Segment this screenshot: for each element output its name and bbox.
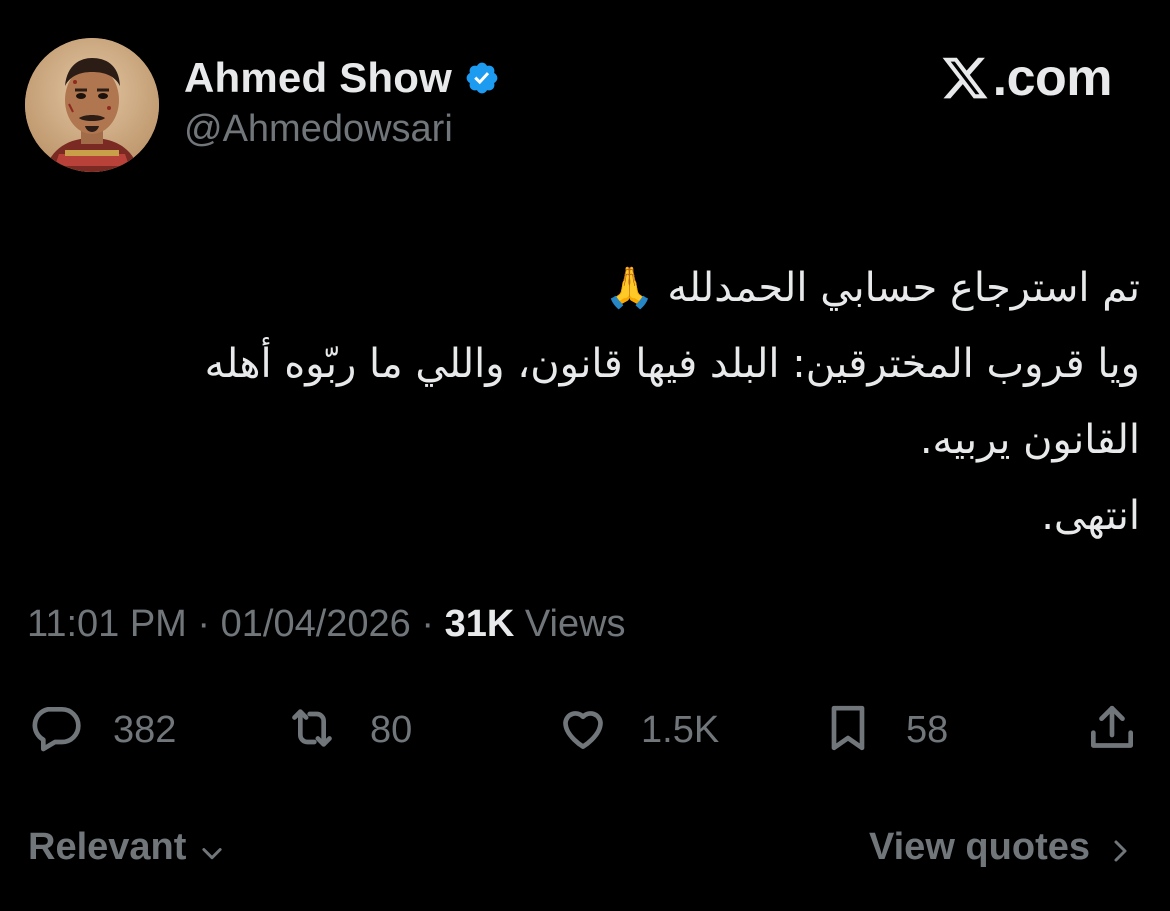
view-quotes-label: View quotes [868, 826, 1090, 868]
action-bar: 382 80 1.5K 58 [0, 700, 1170, 760]
tweet-line: تم استرجاع حسابي الحمدلله 🙏 [604, 265, 1140, 311]
tweet-text: تم استرجاع حسابي الحمدلله 🙏 ويا قروب الم… [30, 250, 1140, 554]
bookmark-button[interactable]: 58 [820, 700, 948, 760]
like-count: 1.5K [641, 708, 720, 751]
meta-separator: · [421, 603, 435, 645]
view-quotes-link[interactable]: View quotes [869, 826, 1132, 869]
tweet-meta: 11:01 PM · 01/04/2026 · 31K Views [27, 603, 626, 646]
author-handle[interactable]: @Ahmedowsari [184, 108, 453, 151]
x-logo-icon [939, 53, 991, 103]
tweet-date[interactable]: 01/04/2026 [221, 603, 411, 645]
avatar[interactable] [25, 38, 159, 172]
sort-replies-dropdown[interactable]: Relevant [28, 826, 226, 869]
heart-icon [555, 700, 611, 761]
repost-icon [284, 700, 340, 761]
repost-count: 80 [370, 708, 413, 751]
tweet-time[interactable]: 11:01 PM [27, 603, 187, 645]
reply-count: 382 [113, 708, 177, 751]
bookmark-count: 58 [906, 708, 949, 751]
views-label: Views [524, 603, 626, 645]
repost-button[interactable]: 80 [284, 700, 412, 760]
like-button[interactable]: 1.5K [555, 700, 719, 760]
author-display-name[interactable]: Ahmed Show [184, 54, 452, 102]
tweet-line: ويا قروب المخترقين: البلد فيها قانون، وا… [204, 341, 1140, 387]
meta-separator: · [197, 603, 211, 645]
bookmark-icon [820, 700, 876, 761]
reply-button[interactable]: 382 [27, 700, 176, 760]
verified-badge-icon [464, 60, 500, 96]
chevron-down-icon [198, 834, 226, 862]
tweet-line: انتهى. [1041, 493, 1140, 539]
brand-logo: .com [939, 48, 1113, 108]
reply-icon [27, 700, 83, 761]
share-icon [1084, 700, 1140, 761]
author-name-row[interactable]: Ahmed Show [184, 50, 500, 106]
chevron-right-icon [1108, 833, 1132, 863]
sort-label: Relevant [28, 826, 187, 868]
brand-text: .com [992, 49, 1113, 107]
views-count[interactable]: 31K [445, 603, 515, 645]
share-button[interactable] [1084, 700, 1140, 760]
tweet-line: القانون يربيه. [919, 417, 1140, 463]
